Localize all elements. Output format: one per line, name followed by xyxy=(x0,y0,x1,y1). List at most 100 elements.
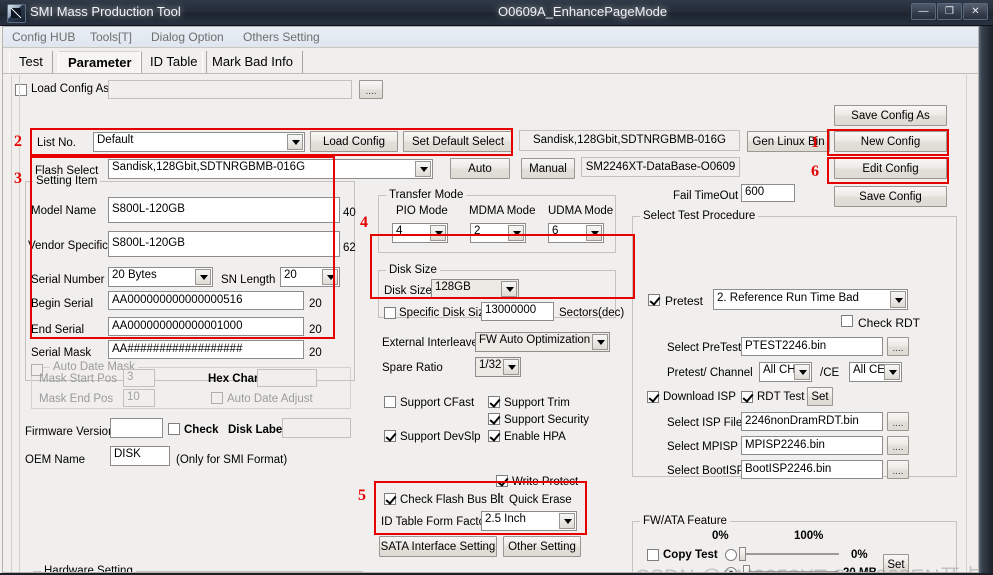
serial-mask-input[interactable]: AA################## xyxy=(108,340,304,359)
copy-test-radio-percent[interactable] xyxy=(725,549,737,561)
chevron-down-icon[interactable] xyxy=(501,281,517,297)
menu-config-hub[interactable]: Config HUB xyxy=(12,30,75,44)
mask-end-pos-input[interactable]: 10 xyxy=(123,389,155,407)
specific-disk-size-input[interactable]: 13000000 xyxy=(481,302,554,321)
firmware-version-input[interactable] xyxy=(110,418,163,438)
download-isp-checkbox[interactable] xyxy=(647,391,659,403)
chevron-down-icon[interactable] xyxy=(884,364,900,380)
new-config-button[interactable]: New Config xyxy=(834,131,947,152)
spare-ratio-combobox[interactable]: 1/32 xyxy=(475,357,521,377)
load-config-as-checkbox[interactable] xyxy=(15,84,27,96)
select-bootisp-browse-button[interactable]: .... xyxy=(887,460,909,479)
end-serial-input[interactable]: AA000000000000001000 xyxy=(108,317,304,336)
disk-label-input[interactable] xyxy=(282,418,351,438)
disk-size-combobox[interactable]: 128GB xyxy=(431,279,519,299)
pretest-combobox[interactable]: 2. Reference Run Time Bad xyxy=(713,289,908,310)
chevron-down-icon[interactable] xyxy=(559,513,575,529)
download-isp-label: Download ISP xyxy=(663,391,736,403)
close-icon[interactable]: ✕ xyxy=(963,3,988,20)
model-name-input[interactable]: S800L-120GB xyxy=(108,197,340,223)
rdt-test-checkbox[interactable] xyxy=(741,391,753,403)
specific-disk-size-checkbox[interactable] xyxy=(384,307,396,319)
load-config-as-label: Load Config As xyxy=(31,83,110,95)
chevron-down-icon[interactable] xyxy=(195,269,211,285)
hex-char-input[interactable] xyxy=(257,369,317,387)
oem-name-input[interactable]: DISK xyxy=(110,446,170,466)
mask-start-pos-input[interactable]: 3 xyxy=(123,369,155,387)
auto-date-adjust-checkbox[interactable] xyxy=(211,392,223,404)
menu-others-setting[interactable]: Others Setting xyxy=(243,30,320,44)
select-isp-file-label: Select ISP File xyxy=(667,417,743,429)
disk-size-title: Disk Size xyxy=(386,264,440,276)
save-config-as-button[interactable]: Save Config As xyxy=(834,105,947,126)
list-no-combobox[interactable]: Default xyxy=(93,132,305,152)
quick-erase-checkbox[interactable] xyxy=(496,493,504,504)
slider-thumb[interactable] xyxy=(739,547,746,561)
begin-serial-input[interactable]: AA000000000000000516 xyxy=(108,291,304,310)
support-devslp-checkbox[interactable] xyxy=(384,430,396,442)
edit-config-button[interactable]: Edit Config xyxy=(834,158,947,179)
maximize-icon[interactable]: ❐ xyxy=(937,3,962,20)
tab-parameter[interactable]: Parameter xyxy=(58,51,142,73)
set-default-select-button[interactable]: Set Default Select xyxy=(403,131,513,152)
chevron-down-icon[interactable] xyxy=(503,359,519,375)
tab-id-table[interactable]: ID Table xyxy=(140,51,208,73)
pretest-checkbox[interactable] xyxy=(648,294,660,306)
load-config-button[interactable]: Load Config xyxy=(310,131,398,152)
enable-hpa-checkbox[interactable] xyxy=(488,430,500,442)
tab-test[interactable]: Test xyxy=(9,51,53,73)
menu-dialog-option[interactable]: Dialog Option xyxy=(151,30,224,44)
ce-combobox[interactable]: All CE xyxy=(849,362,902,382)
copy-test-checkbox[interactable] xyxy=(647,549,659,561)
select-pretest-input[interactable]: PTEST2246.bin xyxy=(741,337,883,356)
flash-select-combobox[interactable]: Sandisk,128Gbit,SDTNRGBMB-016G xyxy=(108,159,433,179)
select-mpisp-browse-button[interactable]: .... xyxy=(887,436,909,455)
pretest-channel-label: Pretest/ Channel xyxy=(667,367,753,379)
chevron-down-icon[interactable] xyxy=(592,334,608,350)
select-isp-file-browse-button[interactable]: .... xyxy=(887,412,909,431)
vendor-specific-input[interactable]: S800L-120GB xyxy=(108,231,340,257)
load-config-as-input[interactable] xyxy=(108,80,352,99)
firmware-check-checkbox[interactable] xyxy=(168,423,180,435)
other-setting-button[interactable]: Other Setting xyxy=(503,536,581,557)
chevron-down-icon[interactable] xyxy=(322,269,338,285)
manual-button[interactable]: Manual xyxy=(521,158,575,179)
chevron-down-icon[interactable] xyxy=(415,161,431,177)
auto-button[interactable]: Auto xyxy=(450,158,510,179)
select-bootisp-input[interactable]: BootISP2246.bin xyxy=(741,460,883,479)
chevron-down-icon[interactable] xyxy=(508,225,524,241)
id-table-form-factor-combobox[interactable]: 2.5 Inch xyxy=(481,511,577,531)
support-trim-checkbox[interactable] xyxy=(488,396,500,408)
support-security-checkbox[interactable] xyxy=(488,413,500,425)
check-flash-bus-bit-checkbox[interactable] xyxy=(384,493,396,505)
menu-tools[interactable]: Tools[T] xyxy=(90,30,132,44)
chevron-down-icon[interactable] xyxy=(890,291,906,308)
disk-size-label: Disk Size xyxy=(384,285,432,297)
select-pretest-browse-button[interactable]: .... xyxy=(887,337,909,356)
select-mpisp-input[interactable]: MPISP2246.bin xyxy=(741,436,883,455)
mdma-mode-combobox[interactable]: 2 xyxy=(470,223,526,243)
pio-mode-combobox[interactable]: 4 xyxy=(392,223,448,243)
annotation-number-3: 3 xyxy=(14,170,22,187)
support-cfast-checkbox[interactable] xyxy=(384,396,396,408)
write-protect-checkbox[interactable] xyxy=(496,475,508,487)
chevron-down-icon[interactable] xyxy=(794,364,810,380)
save-config-button[interactable]: Save Config xyxy=(834,186,947,207)
load-config-as-browse-button[interactable]: .... xyxy=(359,80,383,99)
external-interleave-combobox[interactable]: FW Auto Optimization xyxy=(475,332,610,352)
tab-mark-bad-info[interactable]: Mark Bad Info xyxy=(202,51,303,73)
chevron-down-icon[interactable] xyxy=(430,225,446,241)
fail-timeout-input[interactable]: 600 xyxy=(741,184,795,202)
sata-interface-setting-button[interactable]: SATA Interface Setting xyxy=(379,536,497,557)
sn-length-combobox[interactable]: 20 xyxy=(280,267,340,287)
serial-number-combobox[interactable]: 20 Bytes xyxy=(108,267,213,287)
udma-mode-combobox[interactable]: 6 xyxy=(548,223,604,243)
minimize-icon[interactable]: — xyxy=(911,3,936,20)
copy-test-percent-slider[interactable] xyxy=(739,547,839,561)
select-isp-file-input[interactable]: 2246nonDramRDT.bin xyxy=(741,412,883,431)
chevron-down-icon[interactable] xyxy=(586,225,602,241)
check-rdt-checkbox[interactable] xyxy=(841,315,853,327)
rdt-set-button[interactable]: Set xyxy=(807,387,833,406)
pretest-channel-combobox[interactable]: All CH xyxy=(759,362,812,382)
chevron-down-icon[interactable] xyxy=(287,134,303,150)
